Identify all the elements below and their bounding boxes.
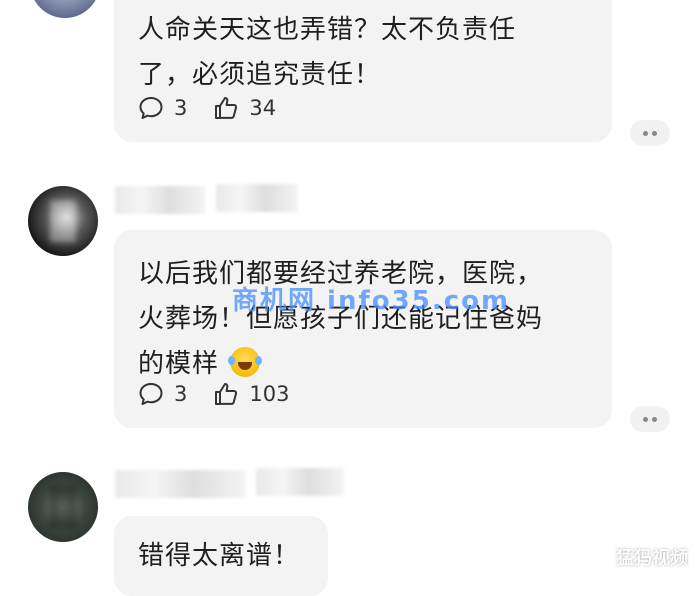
avatar[interactable]	[30, 0, 100, 18]
logo-watermark: 猛犸视频	[616, 548, 688, 569]
avatar-blur	[50, 200, 76, 242]
username-blurred	[115, 470, 245, 498]
username-blurred	[256, 468, 344, 496]
like-button[interactable]: 34	[213, 95, 276, 121]
avatar[interactable]	[28, 186, 98, 256]
reply-button[interactable]: 3	[138, 95, 187, 121]
reply-count: 3	[174, 382, 188, 406]
comment-text: 人命关天这也弄错？太不负责任 了，必须追究责任！	[138, 8, 592, 98]
comment-text: 以后我们都要经过养老院，医院， 火葬场！但愿孩子们还能记住爸妈 的模样	[138, 252, 592, 387]
more-button[interactable]	[630, 120, 670, 146]
like-count: 103	[249, 382, 290, 406]
comment-text: 错得太离谱！	[138, 534, 308, 579]
like-count: 34	[249, 96, 277, 120]
reply-button[interactable]: 3	[138, 381, 187, 407]
laughing-crying-emoji	[228, 347, 263, 377]
site-watermark: 商机网 info35.com	[232, 286, 511, 316]
comment-line: 了，必须追究责任！	[138, 60, 382, 90]
thumbs-up-icon	[215, 383, 238, 405]
thumbs-up-icon	[215, 97, 238, 119]
more-icon	[643, 416, 648, 422]
comment-icon	[139, 383, 163, 405]
comment-icon	[139, 97, 163, 119]
comment-bubble: 人命关天这也弄错？太不负责任 了，必须追究责任！ 3 34	[114, 0, 612, 142]
reply-count: 3	[174, 96, 188, 120]
comment-stats: 3 103	[138, 380, 315, 408]
more-icon-dot	[652, 416, 657, 422]
comment-bubble: 以后我们都要经过养老院，医院， 火葬场！但愿孩子们还能记住爸妈 的模样 3 10…	[114, 230, 612, 428]
comment-bubble: 错得太离谱！	[114, 516, 328, 596]
comment-line: 人命关天这也弄错？太不负责任	[138, 15, 517, 45]
like-button[interactable]: 103	[213, 381, 289, 407]
emoji-mouth	[238, 362, 253, 370]
avatar[interactable]	[28, 472, 98, 542]
comment-line: 错得太离谱！	[138, 541, 301, 571]
username-blurred	[216, 184, 298, 212]
username-blurred	[115, 186, 205, 214]
comment-stats: 3 34	[138, 94, 302, 122]
avatar-blur	[50, 486, 76, 528]
more-button[interactable]	[630, 406, 670, 432]
more-icon	[643, 130, 648, 136]
more-icon-dot	[652, 130, 657, 136]
comment-line-text: 的模样	[138, 349, 220, 379]
